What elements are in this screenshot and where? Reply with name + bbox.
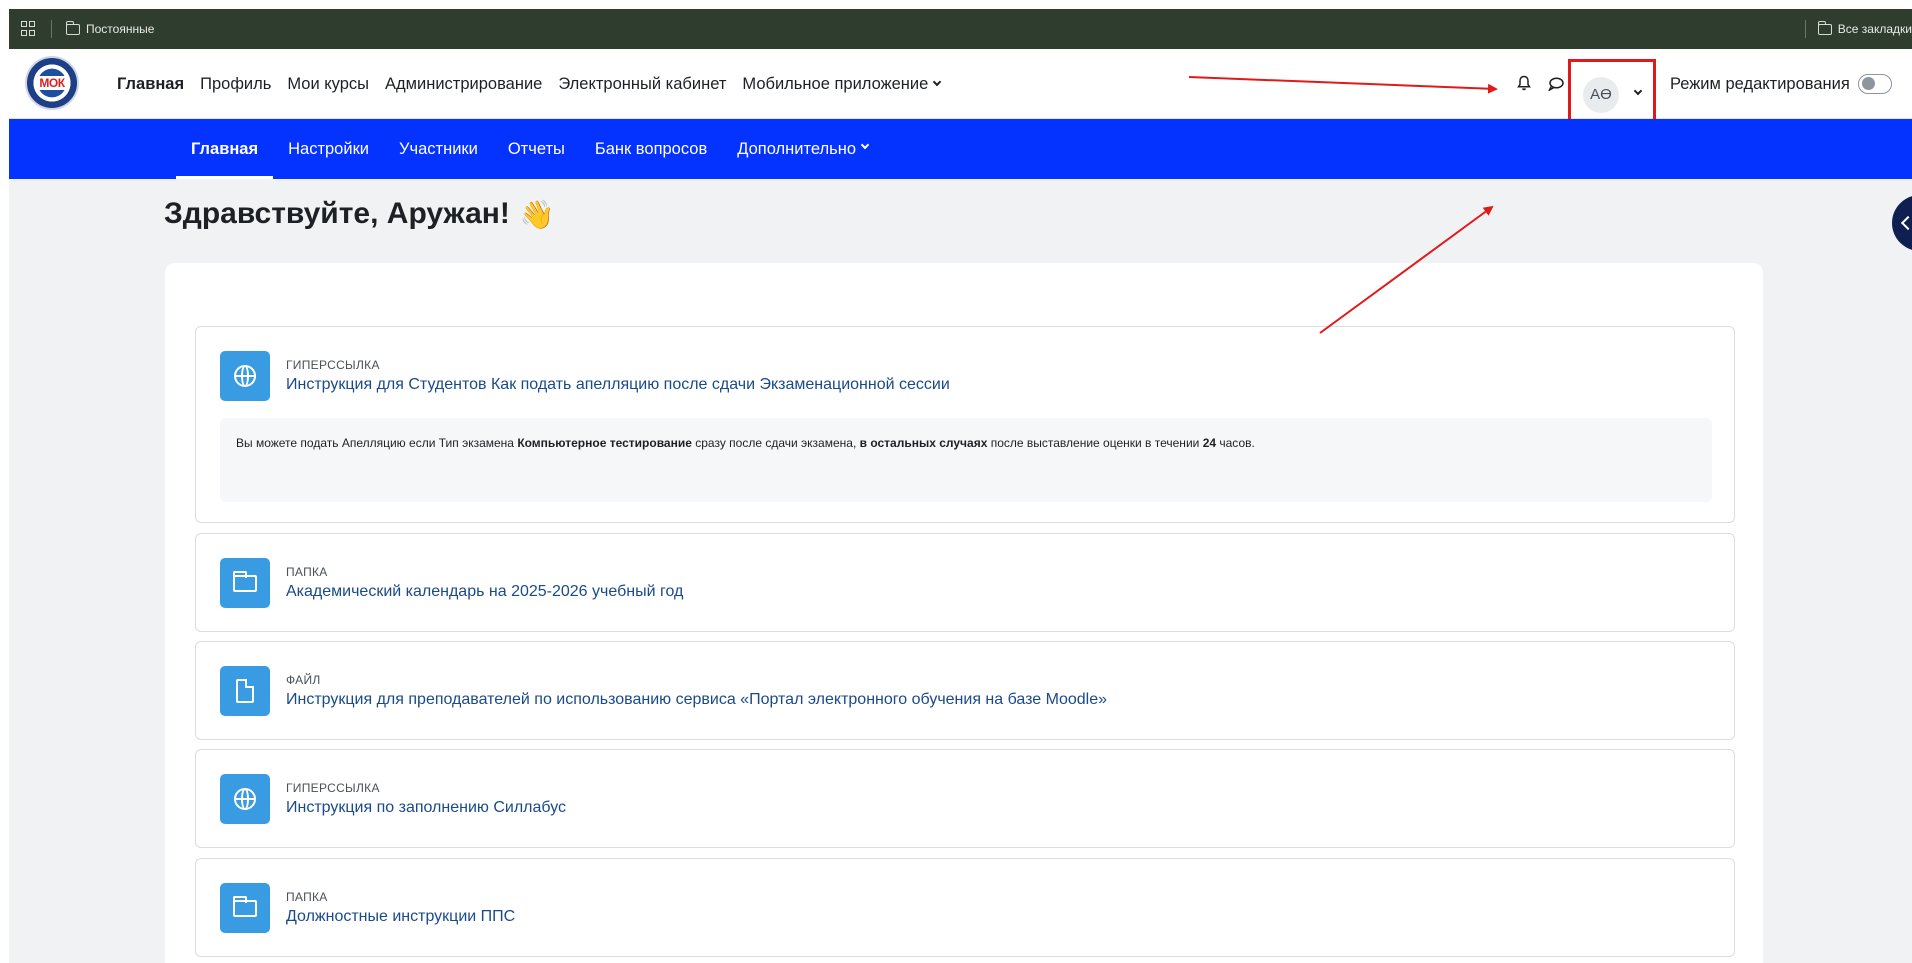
activity-link[interactable]: Должностные инструкции ППС bbox=[286, 908, 515, 926]
description-bold: в остальных случаях bbox=[859, 436, 988, 450]
all-bookmarks-button[interactable]: Все закладки bbox=[1817, 20, 1912, 36]
tab-more-label: Дополнительно bbox=[737, 139, 856, 158]
all-bookmarks-label: Все закладки bbox=[1837, 22, 1912, 36]
chevron-down-icon bbox=[933, 77, 942, 86]
activity-link[interactable]: Академический календарь на 2025-2026 уче… bbox=[286, 583, 683, 601]
nav-mobile-app[interactable]: Мобильное приложение bbox=[742, 74, 942, 94]
description-bold: 24 bbox=[1202, 436, 1217, 450]
activity-link[interactable]: Инструкция по заполнению Силлабус bbox=[286, 799, 566, 817]
tab-home[interactable]: Главная bbox=[176, 119, 274, 179]
folder-icon bbox=[66, 20, 80, 35]
notifications-bell-icon[interactable] bbox=[1517, 75, 1531, 91]
folder-icon bbox=[1817, 20, 1832, 35]
secondary-navbar: Главная Настройки Участники Отчеты Банк … bbox=[9, 119, 1912, 179]
primary-navbar: МОК Главная Профиль Мои курсы Администри… bbox=[9, 49, 1912, 130]
nav-profile[interactable]: Профиль bbox=[200, 75, 271, 94]
bookmarks-divider bbox=[51, 20, 52, 38]
activity-type: ПАПКА bbox=[286, 565, 328, 579]
description-bold: Компьютерное тестирование bbox=[517, 436, 692, 450]
activity-item: ПАПКА Академический календарь на 2025-20… bbox=[195, 533, 1735, 632]
activity-type: ПАПКА bbox=[286, 890, 328, 904]
activity-item: ГИПЕРССЫЛКА Инструкция по заполнению Сил… bbox=[195, 749, 1735, 848]
primary-navigation: Главная Профиль Мои курсы Администрирова… bbox=[117, 49, 942, 119]
activity-type: ГИПЕРССЫЛКА bbox=[286, 781, 380, 795]
globe-icon bbox=[234, 365, 256, 387]
tab-participants[interactable]: Участники bbox=[384, 119, 493, 179]
activity-description: Вы можете подать Апелляцию если Тип экза… bbox=[220, 418, 1712, 502]
tab-more[interactable]: Дополнительно bbox=[722, 119, 883, 179]
edit-mode-toggle[interactable] bbox=[1857, 74, 1892, 94]
activity-icon-tile bbox=[220, 774, 270, 824]
logo-text: МОК bbox=[37, 76, 67, 90]
folder-icon bbox=[233, 896, 257, 917]
folder-icon bbox=[233, 571, 257, 592]
bookmark-folder-permanent[interactable]: Постоянные bbox=[66, 20, 155, 36]
edit-mode-label: Режим редактирования bbox=[1670, 74, 1850, 93]
browser-viewport: Постоянные Все закладки МОК Главная Проф… bbox=[9, 9, 1912, 963]
greeting-text: Здравствуйте, Аружан! bbox=[164, 197, 510, 230]
activity-icon-tile bbox=[220, 883, 270, 933]
user-avatar: АӨ bbox=[1583, 76, 1619, 113]
activity-link[interactable]: Инструкция для преподавателей по использ… bbox=[286, 691, 1107, 709]
description-text: часов. bbox=[1216, 436, 1255, 450]
open-block-drawer-button[interactable] bbox=[1892, 195, 1912, 251]
activity-icon-tile bbox=[220, 666, 270, 716]
description-text: сразу после сдачи экзамена, bbox=[691, 436, 860, 450]
chevron-down-icon bbox=[1633, 86, 1643, 95]
activity-type: ФАЙЛ bbox=[286, 673, 321, 687]
page-title: Здравствуйте, Аружан! 👋 bbox=[164, 197, 555, 231]
file-icon bbox=[236, 679, 254, 703]
bookmarks-bar: Постоянные Все закладки bbox=[9, 9, 1912, 49]
bookmarks-divider bbox=[1804, 20, 1806, 38]
chevron-down-icon bbox=[860, 140, 870, 150]
nav-administration[interactable]: Администрирование bbox=[385, 75, 542, 94]
nav-my-courses[interactable]: Мои курсы bbox=[287, 75, 369, 94]
activity-icon-tile bbox=[220, 558, 270, 608]
tab-reports[interactable]: Отчеты bbox=[493, 119, 580, 179]
description-text: после выставление оценки в течении bbox=[987, 436, 1203, 450]
activity-item: ГИПЕРССЫЛКА Инструкция для Студентов Как… bbox=[195, 326, 1735, 523]
edit-mode-control: Режим редактирования bbox=[1670, 49, 1892, 119]
messages-chat-icon[interactable] bbox=[1548, 77, 1564, 91]
tab-settings[interactable]: Настройки bbox=[273, 119, 384, 179]
nav-mobile-app-label: Мобильное приложение bbox=[742, 74, 929, 93]
site-logo[interactable]: МОК bbox=[25, 56, 79, 110]
activity-type: ГИПЕРССЫЛКА bbox=[286, 358, 380, 372]
description-text: Вы можете подать Апелляцию если Тип экза… bbox=[236, 436, 518, 450]
apps-grid-icon[interactable] bbox=[21, 21, 37, 37]
activity-item: ПАПКА Должностные инструкции ППС bbox=[195, 858, 1735, 957]
activity-item: ФАЙЛ Инструкция для преподавателей по ис… bbox=[195, 641, 1735, 740]
nav-home[interactable]: Главная bbox=[117, 75, 184, 94]
nav-e-cabinet[interactable]: Электронный кабинет bbox=[558, 75, 726, 94]
activity-link[interactable]: Инструкция для Студентов Как подать апел… bbox=[286, 376, 950, 394]
waving-hand-icon: 👋 bbox=[519, 198, 555, 230]
activity-icon-tile bbox=[220, 351, 270, 401]
globe-icon bbox=[234, 788, 256, 810]
bookmark-folder-label: Постоянные bbox=[86, 22, 155, 36]
tab-question-bank[interactable]: Банк вопросов bbox=[580, 119, 722, 179]
